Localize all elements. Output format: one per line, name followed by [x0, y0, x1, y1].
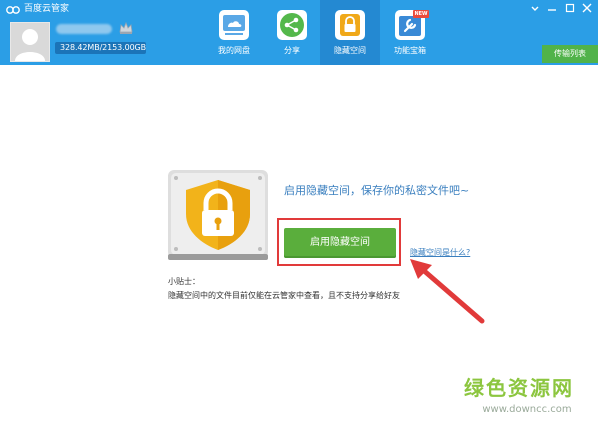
tab-share[interactable]: 分享 — [262, 0, 322, 65]
share-icon — [277, 10, 307, 40]
lock-icon — [335, 10, 365, 40]
quota-text: 328.42MB/2153.00GB — [60, 43, 147, 52]
avatar[interactable] — [10, 22, 50, 62]
title-bar: 百度云管家 328.42MB/2153.00GB 我的网盘 分享 隐藏空间 NE… — [0, 0, 598, 65]
transfer-list-button[interactable]: 传输列表 — [542, 45, 598, 63]
maximize-icon[interactable] — [564, 3, 576, 13]
menu-icon[interactable] — [529, 3, 541, 13]
crown-icon — [119, 21, 133, 34]
username[interactable] — [56, 24, 112, 34]
enable-hidden-space-button[interactable]: 启用隐藏空间 — [284, 228, 396, 258]
tab-label: 分享 — [284, 46, 300, 55]
tab-toolbox[interactable]: NEW 功能宝箱 — [380, 0, 440, 65]
tip-text: 隐藏空间中的文件目前仅能在云管家中查看，且不支持分享给好友 — [168, 291, 400, 300]
enable-button-label: 启用隐藏空间 — [310, 237, 370, 248]
tab-my-drive[interactable]: 我的网盘 — [204, 0, 264, 65]
watermark-url: www.downcc.com — [482, 404, 572, 415]
tab-label: 功能宝箱 — [394, 46, 426, 55]
minimize-icon[interactable] — [546, 3, 558, 13]
cloud-drive-icon — [219, 10, 249, 40]
tab-label: 隐藏空间 — [334, 46, 366, 55]
page-headline: 启用隐藏空间，保存你的私密文件吧~ — [284, 184, 470, 197]
watermark-logo: 绿色资源网 — [464, 376, 574, 400]
app-logo-icon — [6, 6, 20, 14]
tab-hidden-space[interactable]: 隐藏空间 — [320, 0, 380, 65]
transfer-list-label: 传输列表 — [554, 49, 586, 58]
app-title: 百度云管家 — [24, 4, 70, 14]
tip-title: 小贴士： — [168, 277, 200, 286]
vault-lock-illustration — [168, 170, 268, 260]
tab-label: 我的网盘 — [218, 46, 250, 55]
close-icon[interactable] — [581, 3, 593, 13]
annotation-arrow-icon — [410, 259, 485, 324]
new-badge-label: NEW — [414, 11, 428, 17]
